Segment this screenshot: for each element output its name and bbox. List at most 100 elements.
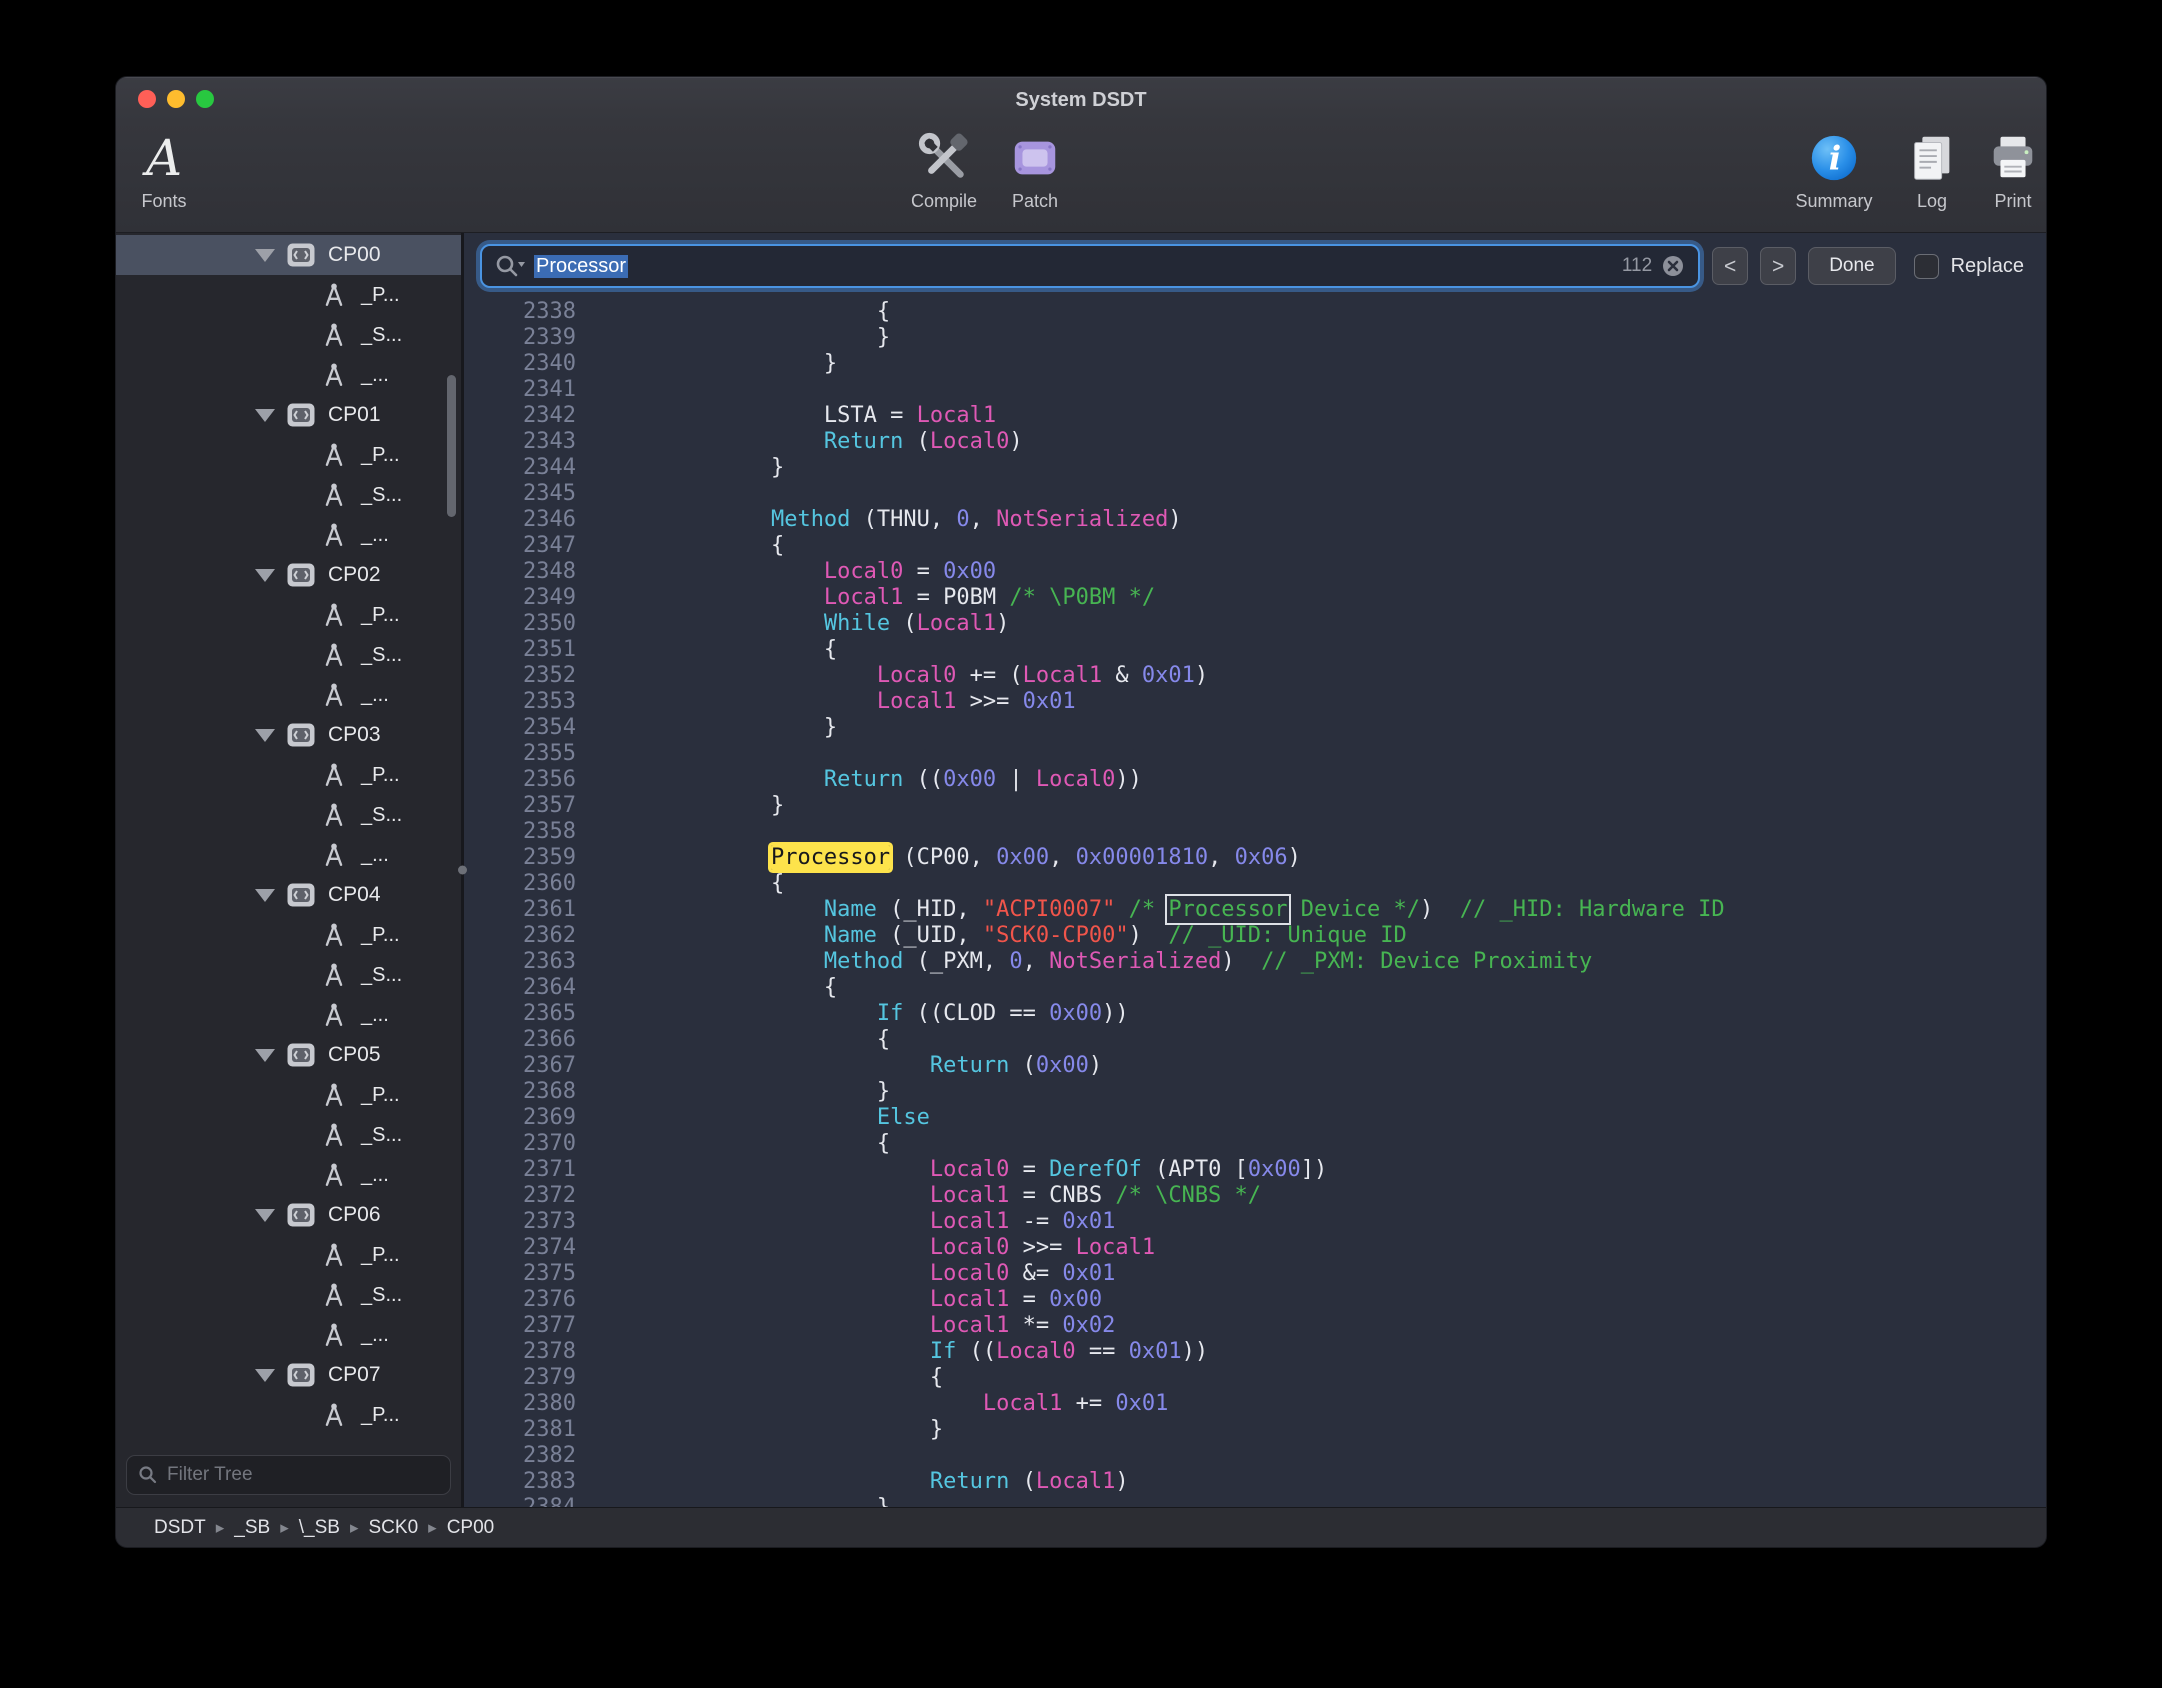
tree-node-cp03[interactable]: CP03 bbox=[116, 715, 461, 755]
code-line[interactable]: 2355 bbox=[464, 741, 2046, 767]
tree-node-method[interactable]: _... bbox=[116, 995, 461, 1035]
tree-node-method[interactable]: _S... bbox=[116, 475, 461, 515]
code-line[interactable]: 2370 { bbox=[464, 1131, 2046, 1157]
code-line[interactable]: 2361 Name (_HID, "ACPI0007" /* Processor… bbox=[464, 897, 2046, 923]
filter-tree-field[interactable] bbox=[126, 1455, 451, 1495]
code-line[interactable]: 2384 } bbox=[464, 1495, 2046, 1507]
tree-node-cp00[interactable]: CP00 bbox=[116, 235, 461, 275]
code-line[interactable]: 2338 { bbox=[464, 299, 2046, 325]
code-line[interactable]: 2339 } bbox=[464, 325, 2046, 351]
disclosure-triangle-icon[interactable] bbox=[255, 1049, 275, 1062]
disclosure-triangle-icon[interactable] bbox=[255, 1209, 275, 1222]
disclosure-triangle-icon[interactable] bbox=[255, 729, 275, 742]
code-line[interactable]: 2375 Local0 &= 0x01 bbox=[464, 1261, 2046, 1287]
code-line[interactable]: 2360 { bbox=[464, 871, 2046, 897]
tree-node-method[interactable]: _P... bbox=[116, 755, 461, 795]
tree-node-method[interactable]: _P... bbox=[116, 1235, 461, 1275]
pane-splitter[interactable] bbox=[461, 233, 464, 1507]
code-line[interactable]: 2357 } bbox=[464, 793, 2046, 819]
tree-node-method[interactable]: _... bbox=[116, 355, 461, 395]
tree-node-method[interactable]: _... bbox=[116, 515, 461, 555]
breadcrumb-item[interactable]: CP00 bbox=[447, 1517, 495, 1539]
code-editor[interactable]: 2338 {2339 }2340 }23412342 LSTA = Local1… bbox=[464, 299, 2046, 1507]
find-next-button[interactable]: > bbox=[1760, 247, 1796, 285]
code-line[interactable]: 2346 Method (THNU, 0, NotSerialized) bbox=[464, 507, 2046, 533]
tree-node-cp01[interactable]: CP01 bbox=[116, 395, 461, 435]
filter-tree-input[interactable] bbox=[167, 1464, 440, 1486]
code-line[interactable]: 2342 LSTA = Local1 bbox=[464, 403, 2046, 429]
tree-node-method[interactable]: _S... bbox=[116, 635, 461, 675]
zoom-button[interactable] bbox=[196, 90, 214, 108]
code-line[interactable]: 2373 Local1 -= 0x01 bbox=[464, 1209, 2046, 1235]
code-line[interactable]: 2348 Local0 = 0x00 bbox=[464, 559, 2046, 585]
tree-node-method[interactable]: _S... bbox=[116, 1275, 461, 1315]
code-line[interactable]: 2378 If ((Local0 == 0x01)) bbox=[464, 1339, 2046, 1365]
code-line[interactable]: 2382 bbox=[464, 1443, 2046, 1469]
close-button[interactable] bbox=[138, 90, 156, 108]
code-line[interactable]: 2366 { bbox=[464, 1027, 2046, 1053]
breadcrumb-item[interactable]: DSDT bbox=[154, 1517, 206, 1539]
code-line[interactable]: 2352 Local0 += (Local1 & 0x01) bbox=[464, 663, 2046, 689]
code-line[interactable]: 2354 } bbox=[464, 715, 2046, 741]
disclosure-triangle-icon[interactable] bbox=[255, 1369, 275, 1382]
code-line[interactable]: 2371 Local0 = DerefOf (APT0 [0x00]) bbox=[464, 1157, 2046, 1183]
done-button[interactable]: Done bbox=[1808, 247, 1895, 285]
tree-node-method[interactable]: _... bbox=[116, 835, 461, 875]
tree-node-method[interactable]: _... bbox=[116, 1315, 461, 1355]
tree-node-method[interactable]: _P... bbox=[116, 275, 461, 315]
tree-node-method[interactable]: _P... bbox=[116, 1075, 461, 1115]
splitter-handle[interactable] bbox=[458, 866, 467, 875]
code-line[interactable]: 2349 Local1 = P0BM /* \P0BM */ bbox=[464, 585, 2046, 611]
disclosure-triangle-icon[interactable] bbox=[255, 409, 275, 422]
breadcrumb-item[interactable]: SCK0 bbox=[369, 1517, 419, 1539]
sidebar-scrollbar[interactable] bbox=[447, 375, 456, 517]
code-line[interactable]: 2365 If ((CLOD == 0x00)) bbox=[464, 1001, 2046, 1027]
code-line[interactable]: 2364 { bbox=[464, 975, 2046, 1001]
tree-node-cp07[interactable]: CP07 bbox=[116, 1355, 461, 1395]
code-line[interactable]: 2369 Else bbox=[464, 1105, 2046, 1131]
code-line[interactable]: 2379 { bbox=[464, 1365, 2046, 1391]
code-line[interactable]: 2376 Local1 = 0x00 bbox=[464, 1287, 2046, 1313]
minimize-button[interactable] bbox=[167, 90, 185, 108]
code-line[interactable]: 2340 } bbox=[464, 351, 2046, 377]
find-previous-button[interactable]: < bbox=[1712, 247, 1748, 285]
code-line[interactable]: 2350 While (Local1) bbox=[464, 611, 2046, 637]
toolbar-patch-button[interactable]: Patch bbox=[970, 127, 1100, 212]
code-line[interactable]: 2345 bbox=[464, 481, 2046, 507]
tree-node-cp05[interactable]: CP05 bbox=[116, 1035, 461, 1075]
toolbar-fonts-button[interactable]: AFonts bbox=[115, 127, 229, 212]
code-line[interactable]: 2380 Local1 += 0x01 bbox=[464, 1391, 2046, 1417]
code-line[interactable]: 2381 } bbox=[464, 1417, 2046, 1443]
tree-node-method[interactable]: _P... bbox=[116, 915, 461, 955]
tree-node-method[interactable]: _... bbox=[116, 675, 461, 715]
code-line[interactable]: 2362 Name (_UID, "SCK0-CP00") // _UID: U… bbox=[464, 923, 2046, 949]
tree-node-cp04[interactable]: CP04 bbox=[116, 875, 461, 915]
tree-node-method[interactable]: _S... bbox=[116, 955, 461, 995]
tree-node-method[interactable]: _P... bbox=[116, 1395, 461, 1435]
disclosure-triangle-icon[interactable] bbox=[255, 569, 275, 582]
clear-search-button[interactable] bbox=[1660, 253, 1686, 279]
disclosure-triangle-icon[interactable] bbox=[255, 249, 275, 262]
tree-node-method[interactable]: _S... bbox=[116, 315, 461, 355]
toolbar-print-button[interactable]: Print bbox=[1948, 127, 2047, 212]
code-line[interactable]: 2353 Local1 >>= 0x01 bbox=[464, 689, 2046, 715]
code-line[interactable]: 2383 Return (Local1) bbox=[464, 1469, 2046, 1495]
tree-node-method[interactable]: _S... bbox=[116, 1115, 461, 1155]
code-line[interactable]: 2356 Return ((0x00 | Local0)) bbox=[464, 767, 2046, 793]
replace-checkbox[interactable] bbox=[1914, 254, 1939, 279]
code-line[interactable]: 2358 bbox=[464, 819, 2046, 845]
tree-node-method[interactable]: _S... bbox=[116, 795, 461, 835]
code-line[interactable]: 2368 } bbox=[464, 1079, 2046, 1105]
code-line[interactable]: 2347 { bbox=[464, 533, 2046, 559]
code-line[interactable]: 2367 Return (0x00) bbox=[464, 1053, 2046, 1079]
code-line[interactable]: 2363 Method (_PXM, 0, NotSerialized) // … bbox=[464, 949, 2046, 975]
code-line[interactable]: 2343 Return (Local0) bbox=[464, 429, 2046, 455]
code-line[interactable]: 2341 bbox=[464, 377, 2046, 403]
disclosure-triangle-icon[interactable] bbox=[255, 889, 275, 902]
tree-node-cp02[interactable]: CP02 bbox=[116, 555, 461, 595]
code-line[interactable]: 2377 Local1 *= 0x02 bbox=[464, 1313, 2046, 1339]
code-line[interactable]: 2359 Processor (CP00, 0x00, 0x00001810, … bbox=[464, 845, 2046, 871]
code-line[interactable]: 2374 Local0 >>= Local1 bbox=[464, 1235, 2046, 1261]
code-line[interactable]: 2344 } bbox=[464, 455, 2046, 481]
code-line[interactable]: 2372 Local1 = CNBS /* \CNBS */ bbox=[464, 1183, 2046, 1209]
